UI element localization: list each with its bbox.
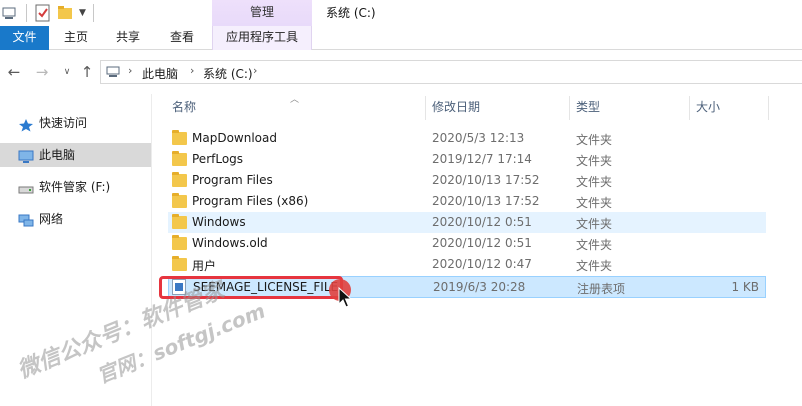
- file-date: 2019/12/7 17:14: [432, 152, 532, 166]
- file-date: 2020/10/13 17:52: [432, 173, 540, 187]
- file-date: 2020/10/12 0:47: [432, 257, 532, 271]
- breadcrumb-this-pc[interactable]: 此电脑: [142, 65, 178, 82]
- tab-view[interactable]: 查看: [162, 26, 202, 50]
- file-type: 文件夹: [576, 217, 613, 231]
- table-row[interactable]: 用户 2020/10/12 0:47 文件夹: [168, 254, 766, 275]
- file-type: 文件夹: [576, 238, 613, 252]
- address-bar[interactable]: › 此电脑 › 系统 (C:) ›: [100, 60, 802, 84]
- nav-item-label: 软件管家 (F:): [39, 180, 111, 194]
- context-tab-title: 管理: [212, 0, 312, 26]
- file-name: MapDownload: [192, 131, 277, 145]
- breadcrumb-separator-icon: ›: [128, 64, 133, 77]
- file-name: Windows.old: [192, 236, 268, 250]
- file-size: 1 KB: [731, 280, 759, 294]
- breadcrumb-system-c[interactable]: 系统 (C:): [203, 65, 253, 82]
- star-icon: [18, 116, 34, 132]
- breadcrumb-separator-icon: ›: [190, 64, 195, 77]
- customize-toolbar-chevron-icon[interactable]: ▼: [79, 3, 86, 23]
- column-header-date[interactable]: 修改日期: [432, 95, 480, 121]
- folder-icon: [172, 193, 187, 208]
- file-date: 2019/6/3 20:28: [433, 280, 526, 294]
- forward-arrow-icon[interactable]: →: [33, 63, 51, 81]
- file-date: 2020/10/12 0:51: [432, 215, 532, 229]
- folder-icon: [172, 151, 187, 166]
- file-date: 2020/5/3 12:13: [432, 131, 525, 145]
- app-icon: [2, 3, 18, 23]
- sort-ascending-icon: ︿: [290, 95, 300, 105]
- drive-icon: [18, 180, 34, 194]
- back-arrow-icon[interactable]: ←: [5, 63, 23, 81]
- file-name: 用户: [192, 259, 217, 273]
- tab-application-tools[interactable]: 应用程序工具: [212, 26, 312, 50]
- table-row[interactable]: Program Files 2020/10/13 17:52 文件夹: [168, 170, 766, 191]
- file-name: Windows: [192, 215, 246, 229]
- column-header-name[interactable]: 名称: [172, 95, 196, 121]
- properties-icon[interactable]: [35, 3, 51, 23]
- nav-item-quick-access[interactable]: 快速访问: [0, 111, 151, 135]
- tab-home[interactable]: 主页: [56, 26, 96, 50]
- up-arrow-icon[interactable]: ↑: [78, 63, 96, 81]
- computer-icon: [18, 148, 34, 163]
- nav-item-drive-f[interactable]: 软件管家 (F:): [0, 175, 151, 199]
- table-row[interactable]: Windows 2020/10/12 0:51 文件夹: [168, 212, 766, 233]
- file-type: 文件夹: [576, 133, 613, 147]
- table-row[interactable]: PerfLogs 2019/12/7 17:14 文件夹: [168, 149, 766, 170]
- folder-icon: [172, 214, 187, 229]
- table-row[interactable]: Windows.old 2020/10/12 0:51 文件夹: [168, 233, 766, 254]
- nav-item-this-pc[interactable]: 此电脑: [0, 143, 151, 167]
- file-type: 文件夹: [576, 175, 613, 189]
- file-name: Program Files: [192, 173, 273, 187]
- column-header-type[interactable]: 类型: [576, 95, 600, 121]
- file-type: 注册表项: [577, 282, 626, 296]
- breadcrumb-separator-icon: ›: [253, 64, 258, 77]
- address-row: ← → ∨ ↑ › 此电脑 › 系统 (C:) ›: [0, 50, 802, 94]
- tab-share[interactable]: 共享: [108, 26, 148, 50]
- window-title: 系统 (C:): [326, 6, 376, 20]
- network-icon: [18, 212, 34, 227]
- file-type: 文件夹: [576, 154, 613, 168]
- nav-item-label: 此电脑: [39, 148, 76, 162]
- title-bar: ▼ 管理 系统 (C:): [0, 0, 802, 26]
- folder-icon: [172, 256, 187, 271]
- nav-item-network[interactable]: 网络: [0, 207, 151, 231]
- table-row[interactable]: Program Files (x86) 2020/10/13 17:52 文件夹: [168, 191, 766, 212]
- file-name: PerfLogs: [192, 152, 244, 166]
- column-header-size[interactable]: 大小: [696, 95, 720, 121]
- nav-item-label: 网络: [39, 212, 64, 226]
- table-row[interactable]: MapDownload 2020/5/3 12:13 文件夹: [168, 128, 766, 149]
- ribbon-tabs: 文件 主页 共享 查看 应用程序工具: [0, 26, 802, 50]
- file-date: 2020/10/12 0:51: [432, 236, 532, 250]
- tab-file[interactable]: 文件: [0, 26, 49, 50]
- file-name: Program Files (x86): [192, 194, 309, 208]
- file-date: 2020/10/13 17:52: [432, 194, 540, 208]
- folder-icon: [172, 172, 187, 187]
- computer-icon: [106, 66, 122, 82]
- mouse-pointer-icon: [338, 286, 353, 312]
- folder-icon: [172, 235, 187, 250]
- nav-item-label: 快速访问: [39, 116, 88, 130]
- file-type: 文件夹: [576, 259, 613, 273]
- file-type: 文件夹: [576, 196, 613, 210]
- folder-icon: [172, 130, 187, 145]
- recent-locations-chevron-icon[interactable]: ∨: [58, 63, 76, 81]
- new-folder-icon[interactable]: [57, 3, 73, 23]
